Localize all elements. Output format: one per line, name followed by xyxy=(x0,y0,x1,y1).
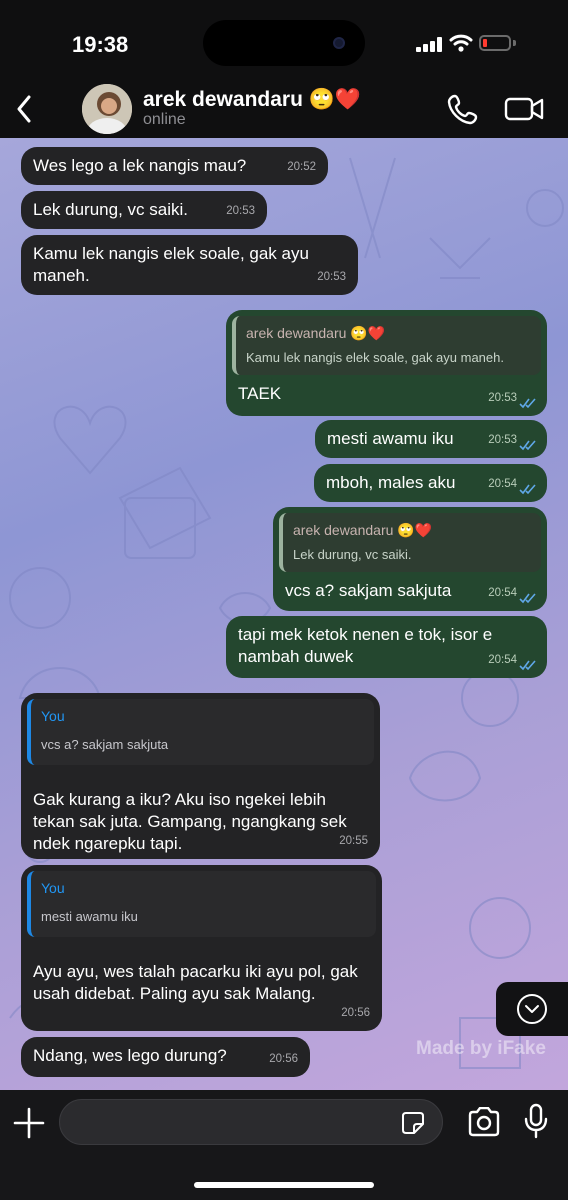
camera-icon[interactable] xyxy=(467,1107,501,1137)
microphone-icon[interactable] xyxy=(524,1103,548,1139)
status-bar: 19:38 xyxy=(0,0,568,80)
reply-quote-author: You xyxy=(41,880,65,896)
reply-quote[interactable]: You mesti awamu iku xyxy=(27,871,376,937)
message-time: 20:56 xyxy=(341,1007,370,1019)
read-checkmarks-icon xyxy=(519,593,536,604)
message-bubble-outgoing[interactable]: arek dewandaru 🙄❤️ Kamu lek nangis elek … xyxy=(226,310,547,416)
message-time: 20:54 xyxy=(488,654,517,666)
sticker-icon[interactable] xyxy=(401,1111,425,1135)
battery-icon xyxy=(479,35,511,51)
reply-quote[interactable]: arek dewandaru 🙄❤️ Lek durung, vc saiki. xyxy=(279,513,541,572)
contact-avatar[interactable] xyxy=(82,84,132,134)
message-bubble-outgoing[interactable]: mboh, males aku 20:54 xyxy=(314,464,547,502)
message-time: 20:55 xyxy=(339,835,368,847)
video-call-icon[interactable] xyxy=(504,94,544,124)
message-input[interactable] xyxy=(59,1099,443,1145)
message-bubble-outgoing[interactable]: tapi mek ketok nenen e tok, isor e namba… xyxy=(226,616,547,678)
read-checkmarks-icon xyxy=(519,398,536,409)
contact-status: online xyxy=(143,111,186,128)
message-bubble-incoming[interactable]: Ndang, wes lego durung? 20:56 xyxy=(21,1037,310,1077)
message-text: Lek durung, vc saiki. xyxy=(33,200,188,219)
composer-bar xyxy=(0,1090,568,1200)
chevron-left-icon xyxy=(17,95,31,123)
message-bubble-outgoing[interactable]: arek dewandaru 🙄❤️ Lek durung, vc saiki.… xyxy=(273,507,547,611)
reply-quote-text: Kamu lek nangis elek soale, gak ayu mane… xyxy=(246,350,504,365)
message-bubble-incoming[interactable]: Lek durung, vc saiki. 20:53 xyxy=(21,191,267,229)
reply-quote-text: vcs a? sakjam sakjuta xyxy=(41,737,169,752)
reply-quote-author: arek dewandaru 🙄❤️ xyxy=(293,522,433,538)
read-checkmarks-icon xyxy=(519,484,536,495)
chevron-down-circle-icon xyxy=(517,994,547,1024)
attach-plus-icon[interactable] xyxy=(12,1106,46,1140)
front-camera xyxy=(333,37,345,49)
cellular-signal-icon xyxy=(416,36,444,52)
message-time: 20:54 xyxy=(488,587,517,599)
message-time: 20:56 xyxy=(269,1053,298,1065)
message-time: 20:52 xyxy=(287,161,316,173)
read-checkmarks-icon xyxy=(519,440,536,451)
read-checkmarks-icon xyxy=(519,660,536,671)
dynamic-island xyxy=(203,20,365,66)
message-text: Gak kurang a iku? Aku iso ngekei lebih t… xyxy=(33,790,347,853)
message-bubble-incoming[interactable]: You vcs a? sakjam sakjuta Gak kurang a i… xyxy=(21,693,380,859)
message-bubble-incoming[interactable]: You mesti awamu iku Ayu ayu, wes talah p… xyxy=(21,865,382,1031)
message-time: 20:54 xyxy=(488,478,517,490)
reply-quote[interactable]: You vcs a? sakjam sakjuta xyxy=(27,699,374,765)
message-bubble-incoming[interactable]: Wes lego a lek nangis mau? 20:52 xyxy=(21,147,328,185)
wifi-icon xyxy=(449,34,473,52)
reply-quote[interactable]: arek dewandaru 🙄❤️ Kamu lek nangis elek … xyxy=(232,316,541,375)
back-button[interactable] xyxy=(6,86,42,132)
watermark: Made by iFake xyxy=(416,1038,546,1059)
message-time: 20:53 xyxy=(317,271,346,283)
message-bubble-outgoing[interactable]: mesti awamu iku 20:53 xyxy=(315,420,547,458)
reply-quote-author: arek dewandaru 🙄❤️ xyxy=(246,325,386,341)
avatar-photo xyxy=(82,84,132,134)
message-time: 20:53 xyxy=(488,434,517,446)
message-text: Ndang, wes lego durung? xyxy=(33,1046,227,1065)
status-time: 19:38 xyxy=(72,32,129,57)
scroll-to-bottom-button[interactable] xyxy=(496,982,568,1036)
chat-header: arek dewandaru 🙄❤️ online xyxy=(0,80,568,138)
message-text: Ayu ayu, wes talah pacarku iki ayu pol, … xyxy=(33,962,358,1003)
phone-call-icon[interactable] xyxy=(446,92,480,126)
message-bubble-incoming[interactable]: Kamu lek nangis elek soale, gak ayu mane… xyxy=(21,235,358,295)
chat-area[interactable]: Wes lego a lek nangis mau? 20:52 Lek dur… xyxy=(0,138,568,1090)
home-indicator xyxy=(194,1182,374,1188)
reply-quote-text: Lek durung, vc saiki. xyxy=(293,547,412,562)
message-text: Kamu lek nangis elek soale, gak ayu mane… xyxy=(33,244,309,285)
reply-quote-author: You xyxy=(41,708,65,724)
reply-quote-text: mesti awamu iku xyxy=(41,909,138,924)
message-time: 20:53 xyxy=(226,205,255,217)
contact-name[interactable]: arek dewandaru 🙄❤️ xyxy=(143,88,361,112)
message-time: 20:53 xyxy=(488,392,517,404)
message-text: Wes lego a lek nangis mau? xyxy=(33,156,247,175)
